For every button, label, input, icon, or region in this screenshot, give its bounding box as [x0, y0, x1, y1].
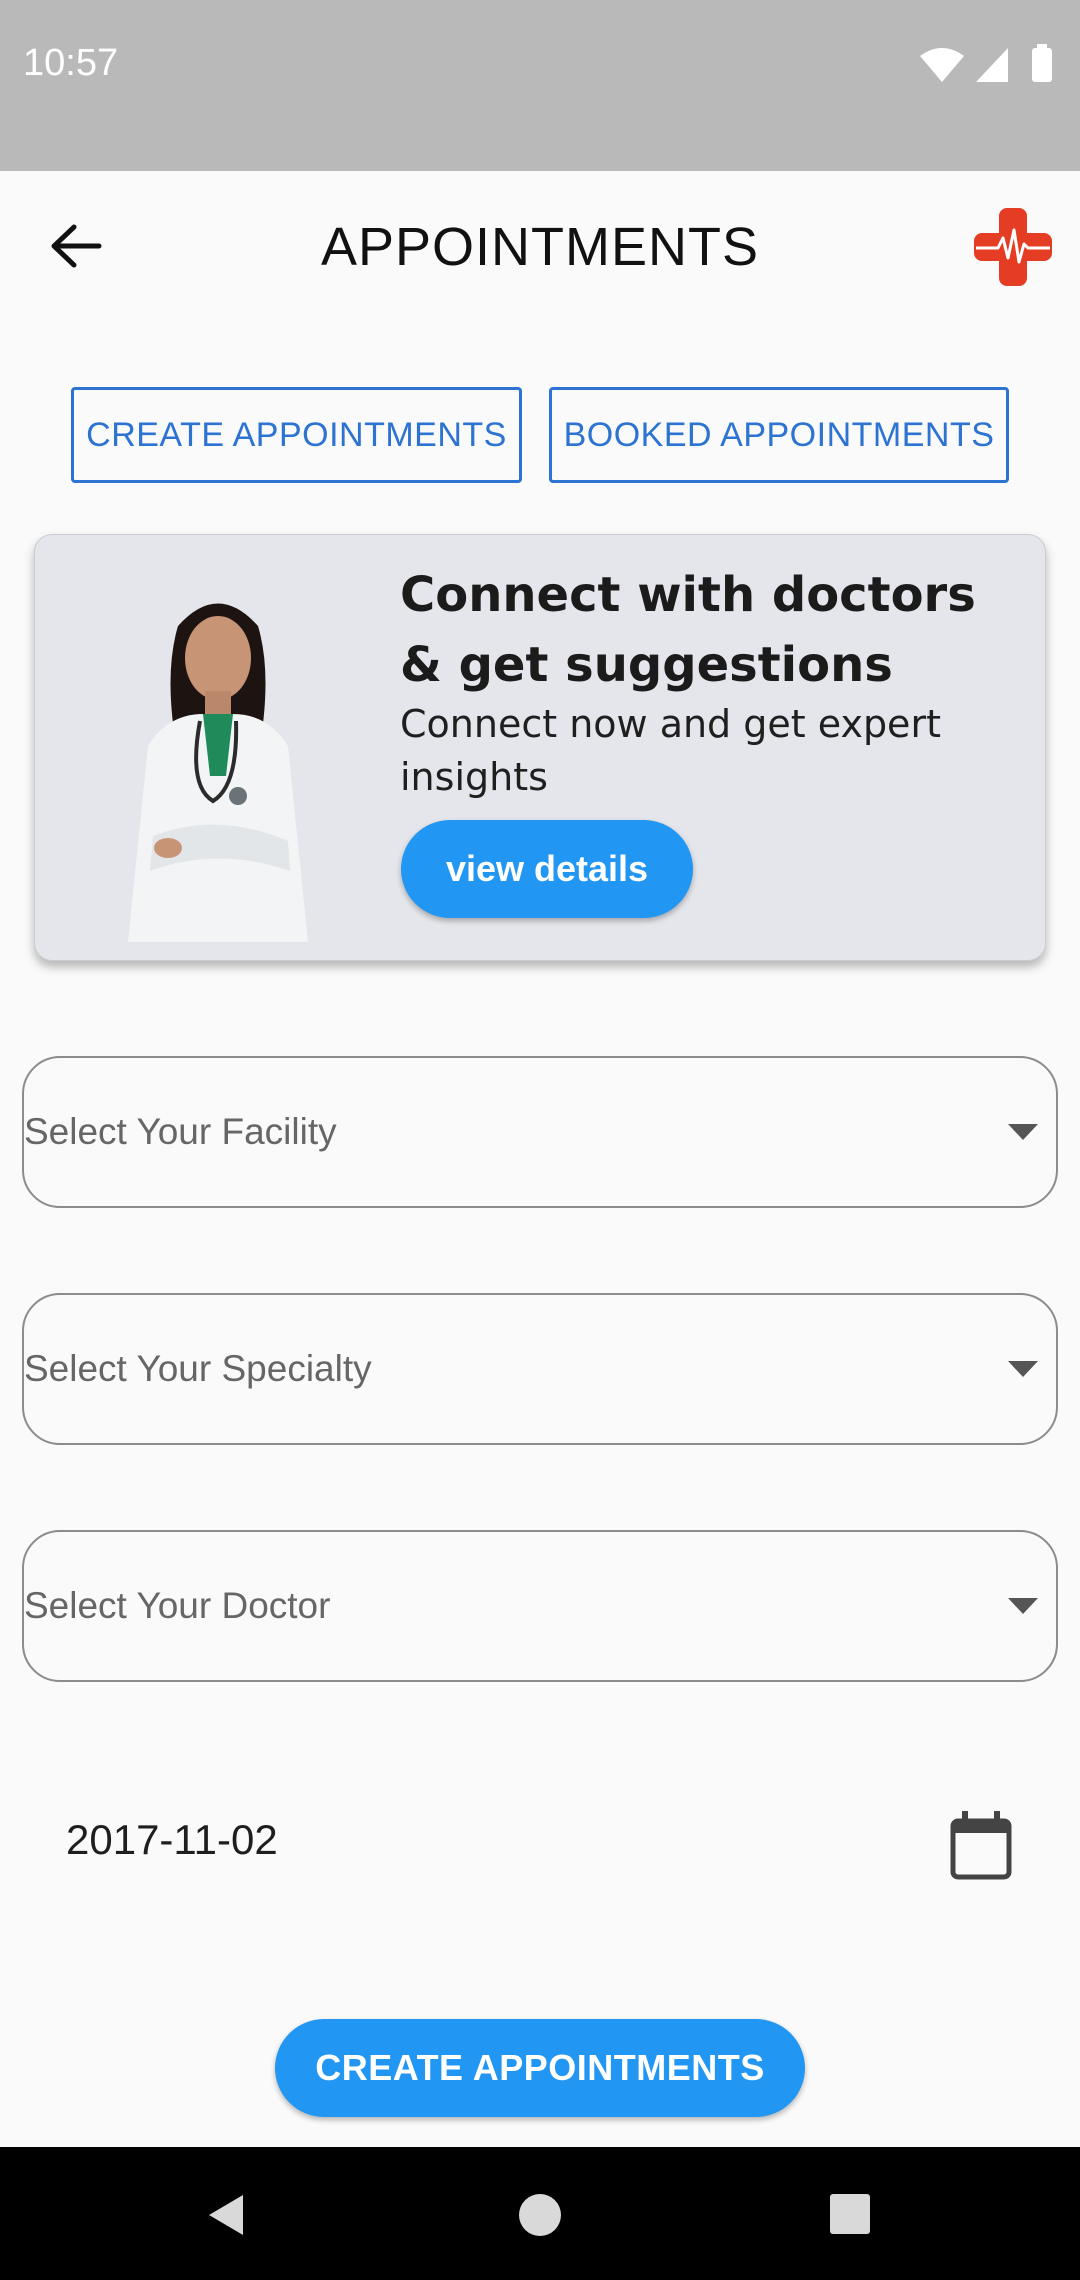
date-field[interactable]: 2017-11-02	[66, 1816, 278, 1864]
medical-cross-heartbeat-icon	[974, 208, 1052, 286]
create-appointments-button[interactable]: CREATE APPOINTMENTS	[275, 2019, 805, 2117]
doctor-dropdown[interactable]: Select Your Doctor	[22, 1530, 1058, 1682]
specialty-dropdown-placeholder: Select Your Specialty	[24, 1348, 372, 1389]
status-bar	[0, 0, 1080, 171]
signal-icon	[976, 48, 1008, 82]
banner-subtitle: Connect now and get expert insights	[400, 702, 941, 799]
banner-title: Connect with doctors & get suggestions	[400, 567, 976, 693]
page-title: APPOINTMENTS	[320, 217, 760, 277]
status-time: 10:57	[23, 42, 119, 84]
facility-dropdown[interactable]: Select Your Facility	[22, 1056, 1058, 1208]
status-icons	[920, 44, 1052, 82]
circle-home-icon[interactable]	[516, 2191, 564, 2239]
booked-appointments-tab[interactable]: BOOKED APPOINTMENTS	[549, 387, 1009, 483]
doctor-photo	[128, 603, 308, 942]
facility-dropdown-placeholder: Select Your Facility	[24, 1111, 337, 1152]
triangle-back-icon[interactable]	[203, 2190, 253, 2240]
battery-icon	[1032, 48, 1052, 82]
caret-down-icon	[1008, 1361, 1038, 1377]
wifi-icon	[920, 48, 964, 82]
view-details-button[interactable]: view details	[401, 820, 693, 918]
caret-down-icon	[1008, 1598, 1038, 1614]
calendar-icon[interactable]	[944, 1808, 1018, 1882]
specialty-dropdown[interactable]: Select Your Specialty	[22, 1293, 1058, 1445]
doctor-dropdown-placeholder: Select Your Doctor	[24, 1585, 331, 1626]
square-recents-icon[interactable]	[828, 2192, 872, 2236]
create-appointments-tab[interactable]: CREATE APPOINTMENTS	[71, 387, 522, 483]
caret-down-icon	[1008, 1124, 1038, 1140]
